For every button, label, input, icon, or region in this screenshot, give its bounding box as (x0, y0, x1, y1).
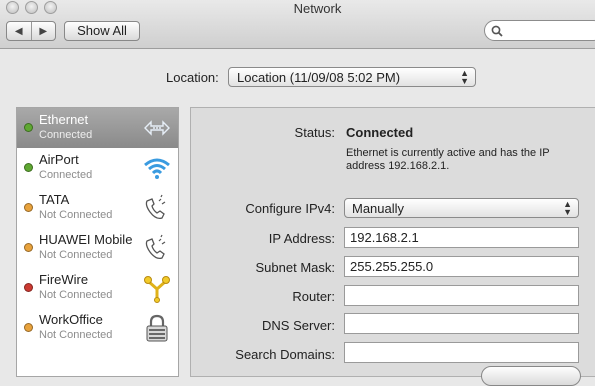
configure-ipv4-value: Manually (352, 201, 405, 216)
service-name: FireWire (39, 272, 89, 287)
service-item-airport[interactable]: AirPort Connected (17, 148, 178, 188)
status-description-line2: address 192.168.2.1. (346, 160, 450, 172)
back-button[interactable]: ◀ (7, 22, 32, 40)
configure-ipv4-popup[interactable]: Manually ▲ ▼ (344, 198, 579, 218)
service-name: WorkOffice (39, 312, 103, 327)
service-item-ethernet[interactable]: Ethernet Connected (17, 108, 178, 148)
status-label: Status: (294, 125, 335, 140)
service-item-huawei-mobile[interactable]: HUAWEI Mobile Not Connected (17, 228, 178, 268)
service-status: Not Connected (39, 249, 113, 261)
service-status: Connected (39, 129, 93, 141)
firewire-icon (144, 276, 170, 303)
service-item-workoffice[interactable]: WorkOffice Not Connected (17, 308, 178, 348)
back-forward-control: ◀ ▶ (6, 21, 56, 41)
search-field[interactable] (484, 20, 595, 41)
location-value: Location (11/09/08 5:02 PM) (237, 70, 401, 85)
phone-icon (145, 194, 166, 220)
popup-arrows-icon: ▲ ▼ (563, 199, 572, 217)
status-dot (24, 283, 33, 292)
forward-button[interactable]: ▶ (32, 22, 56, 40)
status-dot (24, 123, 33, 132)
status-dot (24, 163, 33, 172)
ip-address-field[interactable]: 192.168.2.1 (344, 227, 579, 248)
router-label: Router: (292, 289, 335, 304)
search-domains-label: Search Domains: (235, 347, 335, 362)
status-dot (24, 323, 33, 332)
popup-arrows-icon: ▲ ▼ (460, 68, 469, 86)
service-status: Connected (39, 169, 93, 181)
phone-icon (145, 234, 166, 260)
subnet-mask-field[interactable]: 255.255.255.0 (344, 256, 579, 277)
service-item-tata[interactable]: TATA Not Connected (17, 188, 178, 228)
status-dot (24, 243, 33, 252)
location-popup[interactable]: Location (11/09/08 5:02 PM) ▲ ▼ (228, 67, 476, 87)
lock-icon (146, 314, 168, 342)
status-dot (24, 203, 33, 212)
service-name: TATA (39, 192, 70, 207)
wifi-icon (144, 158, 170, 179)
ip-address-label: IP Address: (268, 231, 335, 246)
window-title: Network (293, 1, 342, 16)
status-value: Connected (346, 125, 414, 140)
service-status: Not Connected (39, 209, 113, 221)
router-field[interactable] (344, 285, 579, 306)
service-status: Not Connected (39, 289, 113, 301)
service-list: Ethernet Connected AirPort Connected TAT… (16, 107, 179, 377)
show-all-button[interactable]: Show All (64, 21, 140, 41)
service-status: Not Connected (39, 329, 113, 341)
dns-server-field[interactable] (344, 313, 579, 334)
window-toolbar: Network ◀ ▶ Show All (0, 0, 595, 49)
service-item-firewire[interactable]: FireWire Not Connected (17, 268, 178, 308)
status-description-line1: Ethernet is currently active and has the… (346, 147, 550, 159)
service-name: AirPort (39, 152, 79, 167)
search-domains-field[interactable] (344, 342, 579, 363)
service-name: Ethernet (39, 112, 89, 127)
search-icon (491, 25, 503, 37)
configure-ipv4-label: Configure IPv4: (245, 201, 335, 216)
ethernet-arrows-icon (144, 120, 170, 136)
dns-server-label: DNS Server: (262, 318, 335, 333)
service-name: HUAWEI Mobile (39, 232, 133, 247)
location-label: Location: (166, 70, 219, 85)
subnet-mask-label: Subnet Mask: (255, 260, 336, 275)
advanced-button[interactable] (481, 366, 581, 386)
